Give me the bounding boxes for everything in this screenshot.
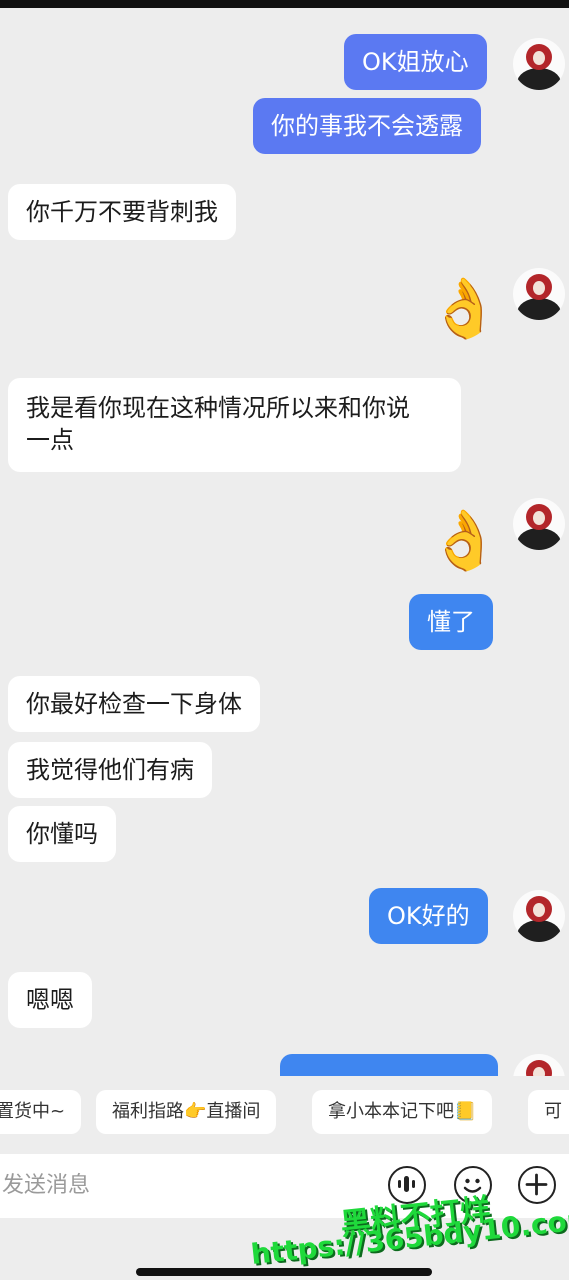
- avatar[interactable]: [513, 890, 565, 942]
- message-line: 我是看你现在这种情况所以来和你说: [26, 394, 410, 422]
- outgoing-message[interactable]: 你的事我不会透露: [253, 98, 481, 154]
- avatar[interactable]: [513, 1054, 565, 1076]
- chat-message-list[interactable]: OK姐放心 你的事我不会透露 你千万不要背刺我 👌 我是看你现在这种情况所以来和…: [0, 8, 569, 1076]
- quick-reply-chip[interactable]: 福利指路👉直播间: [96, 1090, 277, 1134]
- outgoing-message[interactable]: 懂了: [409, 594, 493, 650]
- ok-hand-emoji[interactable]: 👌: [428, 276, 500, 340]
- avatar[interactable]: [513, 498, 565, 550]
- outgoing-message[interactable]: OK好的: [369, 888, 488, 944]
- incoming-message[interactable]: 我是看你现在这种情况所以来和你说 一点: [8, 378, 461, 472]
- incoming-message[interactable]: 你千万不要背刺我: [8, 184, 236, 240]
- outgoing-message[interactable]: OK姐放心: [344, 34, 487, 90]
- incoming-message[interactable]: 我觉得他们有病: [8, 742, 212, 798]
- incoming-message[interactable]: 嗯嗯: [8, 972, 92, 1028]
- message-input[interactable]: 发送消息: [2, 1170, 90, 1202]
- incoming-message[interactable]: 你最好检查一下身体: [8, 676, 260, 732]
- outgoing-message-partial[interactable]: [280, 1054, 498, 1076]
- plus-icon[interactable]: [518, 1166, 556, 1204]
- quick-reply-bar[interactable]: 置货中~ 福利指路👉直播间 拿小本本记下吧📒 可: [0, 1086, 569, 1140]
- status-bar: [0, 0, 569, 8]
- ok-hand-emoji[interactable]: 👌: [428, 508, 500, 572]
- avatar[interactable]: [513, 268, 565, 320]
- avatar[interactable]: [513, 38, 565, 90]
- incoming-message[interactable]: 你懂吗: [8, 806, 116, 862]
- quick-reply-chip[interactable]: 置货中~: [0, 1090, 82, 1134]
- message-line: 一点: [26, 426, 74, 454]
- home-indicator: [136, 1268, 432, 1276]
- quick-reply-chip[interactable]: 拿小本本记下吧📒: [312, 1090, 493, 1134]
- quick-reply-chip[interactable]: 可: [528, 1090, 569, 1134]
